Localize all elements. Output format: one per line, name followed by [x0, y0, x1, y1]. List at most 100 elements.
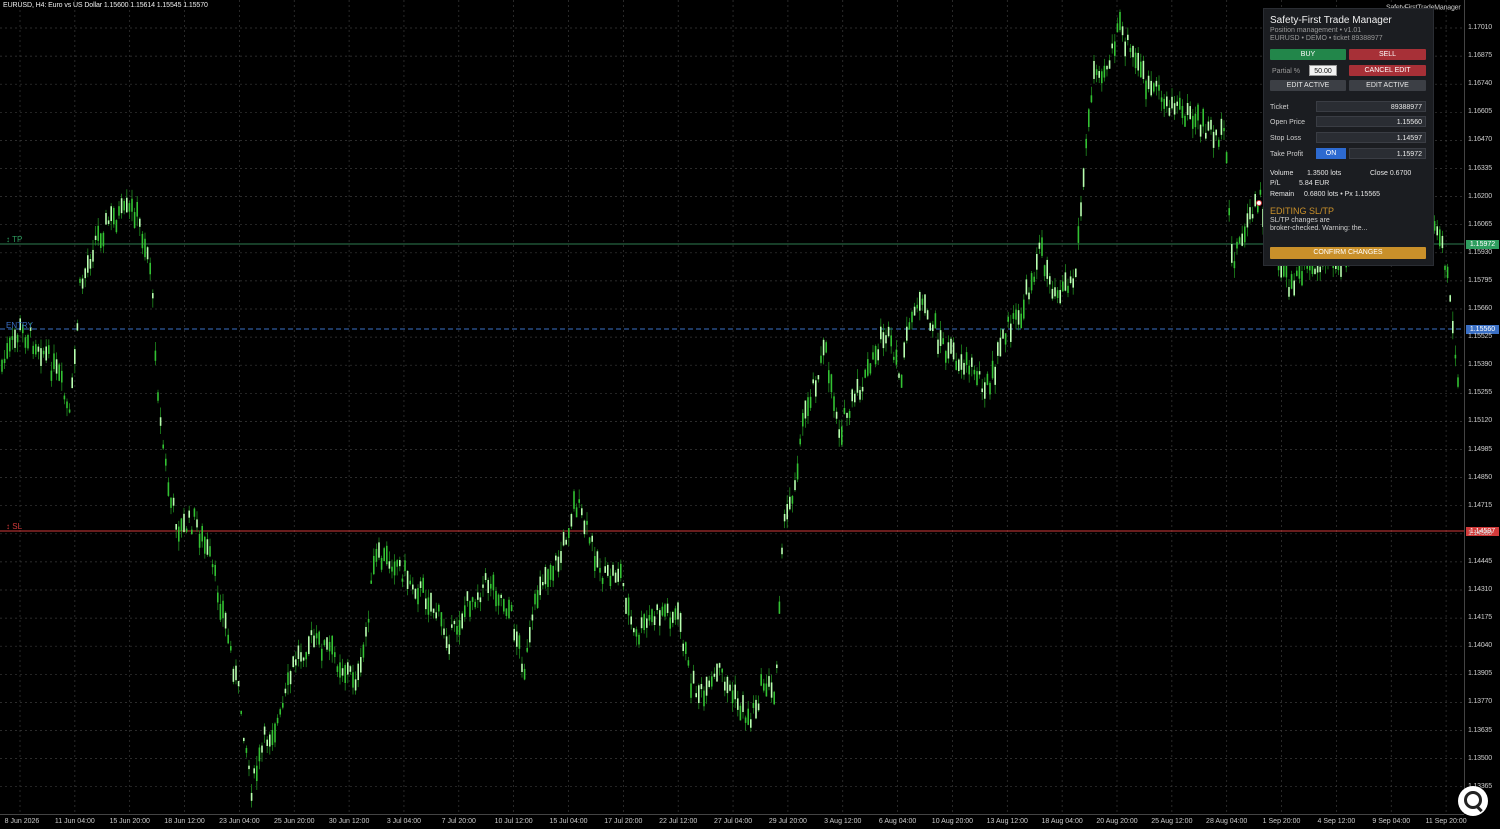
time-tick-label: 11 Jun 04:00: [54, 818, 95, 825]
candle-body: [211, 564, 214, 568]
candle-body: [360, 657, 362, 673]
candle-body: [653, 616, 656, 626]
cancel-edit-button[interactable]: CANCEL EDIT: [1349, 65, 1426, 76]
candle-body: [191, 529, 193, 535]
tp-line-label: ↕ TP: [6, 235, 23, 244]
time-tick-label: 4 Sep 12:00: [1317, 818, 1356, 825]
time-tick-label: 10 Aug 20:00: [931, 818, 974, 825]
take-profit-toggle[interactable]: ON: [1316, 148, 1346, 159]
candle-body: [76, 323, 79, 331]
candle-body: [466, 591, 469, 601]
partial-percent-input[interactable]: 50.00: [1309, 65, 1337, 76]
candle-body: [1160, 97, 1163, 102]
buy-button[interactable]: BUY: [1270, 49, 1346, 60]
zoom-magnifier-icon[interactable]: [1458, 786, 1488, 816]
candle-body: [1072, 278, 1074, 288]
candle-body: [539, 576, 541, 596]
candle-body: [1082, 168, 1085, 187]
candle-body: [1028, 292, 1030, 300]
candle-body: [721, 668, 723, 673]
stop-loss-input[interactable]: 1.14597: [1316, 132, 1426, 143]
tp-price-tag: 1.15972: [1466, 240, 1499, 249]
time-tick-label: 18 Jun 12:00: [164, 818, 205, 825]
candle-body: [237, 681, 240, 687]
candle-body: [456, 626, 458, 635]
confirm-changes-button[interactable]: CONFIRM CHANGES: [1270, 247, 1426, 259]
candle-body: [123, 200, 125, 211]
candle-body: [1095, 69, 1098, 76]
candle-body: [666, 603, 669, 613]
candle-body: [783, 513, 786, 522]
chart-canvas[interactable]: [0, 0, 1464, 814]
candle-body: [1197, 104, 1199, 121]
candle-body: [1228, 208, 1230, 216]
candle-body: [81, 278, 84, 289]
candle-body: [765, 683, 768, 697]
candle-body: [388, 561, 391, 569]
candle-body: [947, 342, 950, 359]
candle-body: [159, 417, 162, 426]
candle-body: [718, 663, 721, 668]
candle-body: [1233, 261, 1236, 269]
time-axis[interactable]: 8 Jun 2026 11 Jun 04:00 15 Jun 20:00 18 Jun…: [0, 814, 1467, 829]
candle-body: [1220, 118, 1223, 135]
candle-body: [1241, 233, 1243, 246]
candle-body: [638, 634, 640, 645]
candle-body: [690, 683, 692, 698]
candle-body: [401, 578, 404, 582]
candle-body: [482, 584, 484, 588]
candle-body: [92, 249, 94, 262]
candle-body: [802, 413, 804, 427]
candle-body: [224, 612, 227, 629]
price-axis[interactable]: 1.15972 1.15560 1.14597 1.17010 1.16875 1.…: [1464, 0, 1500, 814]
candle-body: [965, 352, 968, 366]
candle-body: [594, 556, 596, 571]
account-line: EURUSD • DEMO • ticket 89388977: [1270, 35, 1383, 42]
candle-body: [1171, 96, 1173, 109]
candle-body: [1155, 80, 1158, 87]
candle-body: [555, 555, 557, 561]
candle-body: [552, 565, 554, 581]
candle-body: [1101, 71, 1103, 84]
candle-body: [165, 458, 167, 466]
candle-body: [1098, 71, 1100, 78]
candle-body: [1106, 65, 1108, 70]
stop-loss-label: Stop Loss: [1270, 135, 1302, 142]
candle-body: [1166, 96, 1168, 107]
candle-body: [128, 203, 131, 212]
candle-body: [640, 617, 643, 629]
price-tick-label: 1.15660: [1468, 305, 1492, 312]
candle-body: [79, 278, 81, 283]
open-price-label: Open Price: [1270, 119, 1306, 126]
candle-body: [458, 620, 461, 636]
edit-active-left-button[interactable]: EDIT ACTIVE: [1270, 80, 1346, 91]
candle-body: [1184, 115, 1186, 127]
candle-body: [365, 626, 367, 637]
candle-body: [1064, 272, 1067, 291]
price-tick-label: 1.14715: [1468, 501, 1492, 509]
price-tick-label: 1.16200: [1468, 192, 1492, 200]
candle-body: [1244, 226, 1246, 243]
take-profit-input[interactable]: 1.15972: [1349, 148, 1426, 159]
candle-body: [747, 708, 749, 725]
candle-body: [1, 359, 3, 372]
candle-body: [1103, 65, 1106, 78]
candle-body: [659, 610, 661, 626]
candle-body: [562, 532, 565, 546]
candle-body: [1116, 23, 1119, 33]
candle-body: [664, 604, 666, 617]
candle-body: [1132, 45, 1134, 58]
price-tick-label: 1.14850: [1468, 473, 1492, 481]
edit-active-right-button[interactable]: EDIT ACTIVE: [1349, 80, 1426, 91]
candle-body: [1049, 276, 1051, 285]
candle-body: [976, 371, 978, 386]
price-tick-label: 1.15255: [1468, 389, 1492, 397]
candle-body: [362, 644, 365, 658]
candle-body: [1236, 241, 1238, 249]
time-tick-label: 20 Aug 20:00: [1096, 818, 1138, 825]
candle-body: [1137, 52, 1139, 71]
sell-button[interactable]: SELL: [1349, 49, 1426, 60]
price-chart[interactable]: [0, 0, 1464, 814]
candle-body: [419, 581, 422, 588]
candle-body: [518, 635, 521, 649]
